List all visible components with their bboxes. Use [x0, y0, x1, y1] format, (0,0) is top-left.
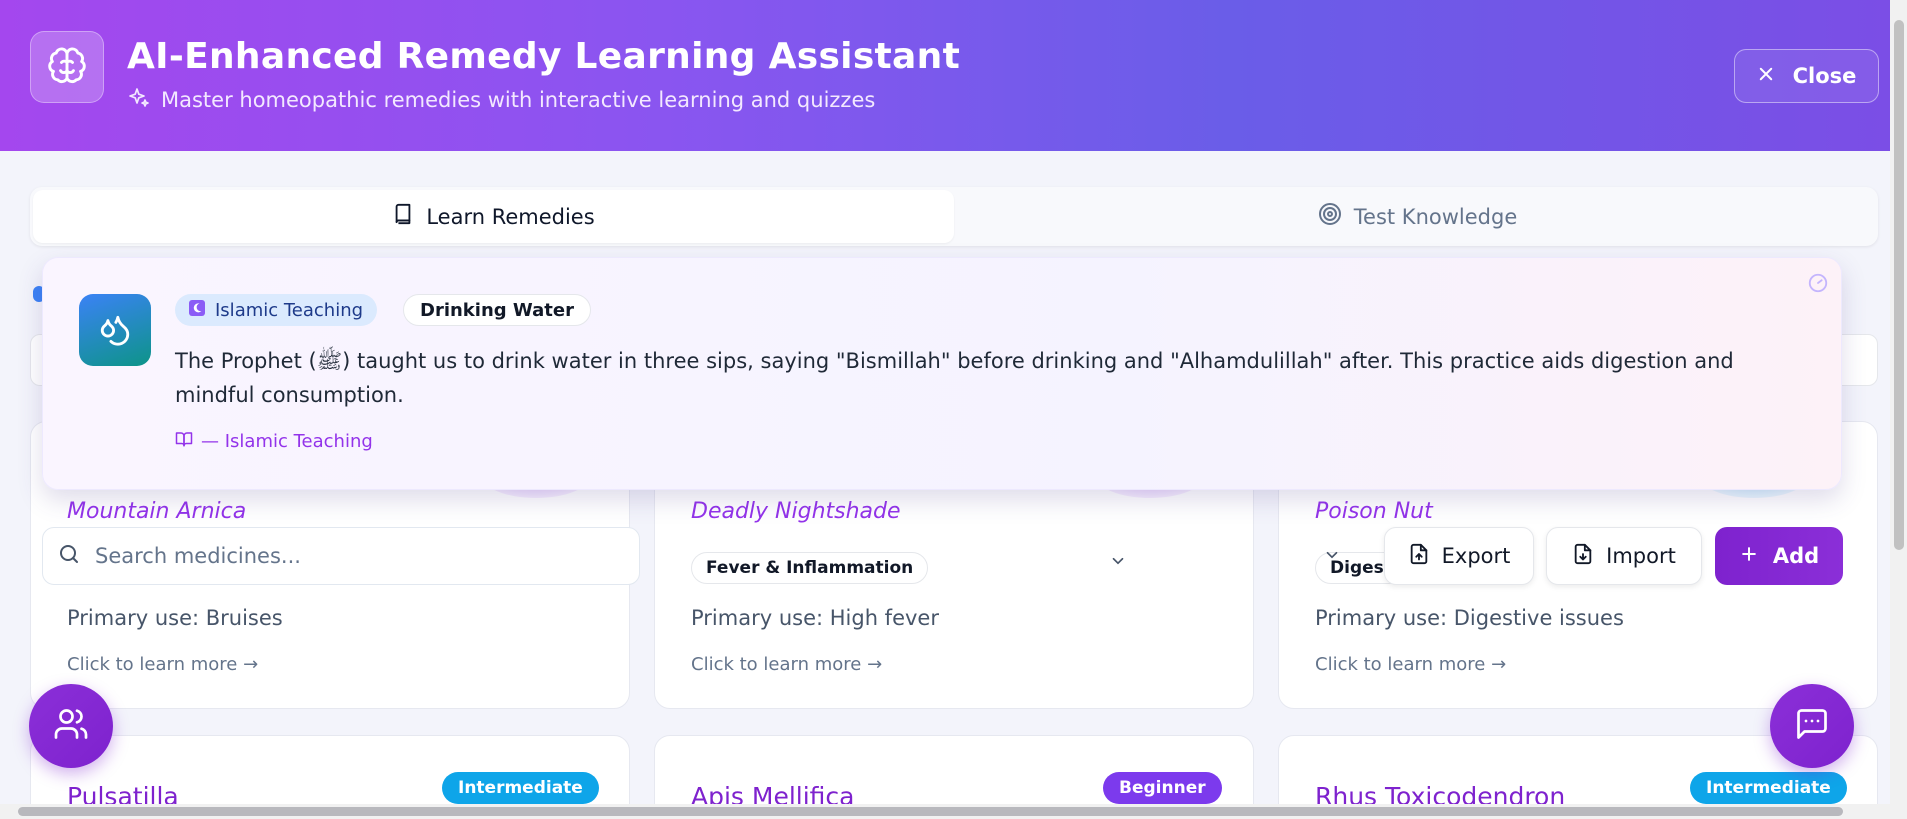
category-badge: Fever & Inflammation: [691, 552, 929, 584]
close-icon: [1757, 64, 1775, 88]
sparkles-icon: [127, 86, 151, 114]
search-input[interactable]: [95, 544, 595, 568]
page-title: AI-Enhanced Remedy Learning Assistant: [127, 36, 961, 77]
remedy-common-name: Poison Nut: [1315, 499, 1433, 524]
remedy-primary-use: Primary use: Digestive issues: [1315, 606, 1624, 630]
remedy-primary-use: Primary use: High fever: [691, 606, 939, 630]
file-export-icon: [1408, 543, 1430, 570]
chevron-down-icon[interactable]: [1323, 546, 1341, 569]
scrollbar-thumb[interactable]: [18, 807, 1843, 816]
learn-more-link[interactable]: Click to learn more →: [67, 654, 258, 675]
vertical-scrollbar[interactable]: [1890, 0, 1907, 819]
level-badge: Intermediate: [442, 772, 599, 804]
mode-tabs: Learn Remedies Test Knowledge: [30, 187, 1878, 246]
chat-icon: [1794, 706, 1830, 746]
remedy-common-name: Mountain Arnica: [67, 499, 247, 524]
add-label: Add: [1772, 544, 1820, 568]
search-icon: [57, 542, 81, 570]
search-box: [42, 527, 640, 585]
chevron-down-icon[interactable]: [1109, 552, 1127, 575]
teaching-topic-tag: Drinking Water: [403, 294, 591, 326]
scrollbar-thumb[interactable]: [1894, 20, 1904, 550]
horizontal-scrollbar[interactable]: [0, 804, 1890, 819]
remedy-common-name: Deadly Nightshade: [691, 499, 901, 524]
water-droplets-icon: [79, 294, 151, 366]
tab-label: Learn Remedies: [426, 204, 595, 229]
teaching-tag-label: Islamic Teaching: [215, 299, 364, 321]
export-button[interactable]: Export: [1384, 527, 1534, 585]
export-label: Export: [1441, 544, 1511, 568]
community-button[interactable]: [29, 684, 113, 768]
target-icon: [1318, 202, 1342, 231]
book-icon: [392, 203, 414, 230]
level-badge: Intermediate: [1690, 772, 1847, 804]
open-book-icon: [175, 430, 193, 453]
brain-icon: [30, 31, 104, 103]
users-icon: [53, 706, 89, 746]
import-button[interactable]: Import: [1546, 527, 1702, 585]
teaching-popup: Islamic Teaching Drinking Water The Prop…: [42, 257, 1842, 490]
teaching-text: The Prophet (ﷺ) taught us to drink water…: [175, 349, 1734, 407]
file-import-icon: [1572, 543, 1594, 570]
tab-learn-remedies[interactable]: Learn Remedies: [33, 190, 954, 243]
subtitle-row: Master homeopathic remedies with interac…: [127, 86, 875, 114]
page-subtitle: Master homeopathic remedies with interac…: [161, 88, 876, 112]
level-badge: Beginner: [1103, 772, 1222, 804]
teaching-source: — Islamic Teaching: [175, 430, 373, 453]
plus-icon: [1739, 544, 1759, 569]
learn-more-link[interactable]: Click to learn more →: [691, 654, 882, 675]
import-label: Import: [1606, 544, 1676, 568]
teaching-category-tag: Islamic Teaching: [175, 294, 378, 326]
timer-icon: [1807, 272, 1829, 298]
learn-more-link[interactable]: Click to learn more →: [1315, 654, 1506, 675]
tab-label: Test Knowledge: [1353, 204, 1518, 229]
crescent-icon: [189, 299, 205, 321]
teaching-source-label: — Islamic Teaching: [201, 431, 373, 452]
close-label: Close: [1792, 64, 1857, 88]
close-button[interactable]: Close: [1734, 49, 1879, 103]
chat-button[interactable]: [1770, 684, 1854, 768]
app-header: AI-Enhanced Remedy Learning Assistant Ma…: [0, 0, 1890, 151]
remedy-primary-use: Primary use: Bruises: [67, 606, 283, 630]
add-button[interactable]: Add: [1715, 527, 1843, 585]
tab-test-knowledge[interactable]: Test Knowledge: [957, 187, 1878, 246]
